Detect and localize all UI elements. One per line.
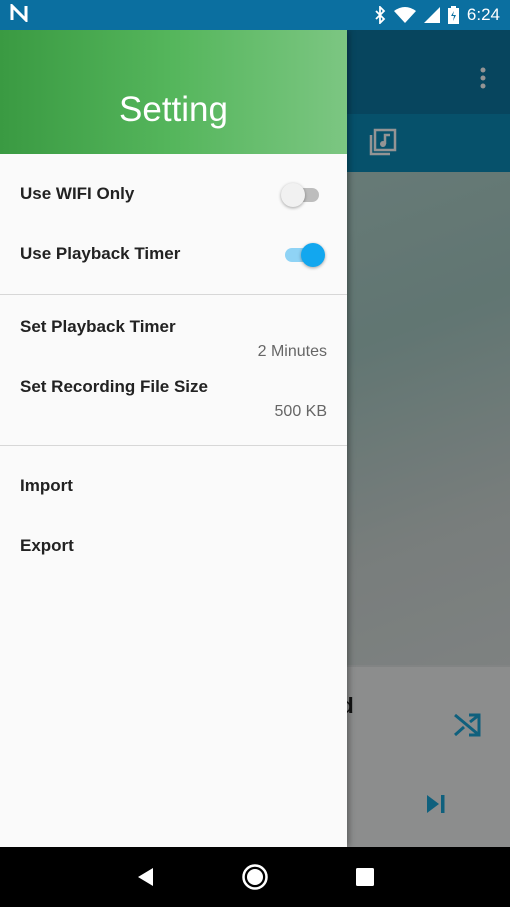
recents-icon[interactable] (345, 857, 385, 897)
wifi-only-switch[interactable] (281, 180, 323, 208)
system-nav-bar (0, 847, 510, 907)
screen: 6:24 ed Setting Use WIFI Only (0, 0, 510, 907)
settings-drawer: Setting Use WIFI Only Use Playback Timer… (0, 30, 347, 847)
setting-label: Use Playback Timer (20, 244, 181, 263)
setting-wifi-only[interactable]: Use WIFI Only (0, 164, 347, 224)
n-logo-icon (10, 1, 28, 27)
drawer-header: Setting (0, 30, 347, 154)
setting-set-playback-timer[interactable]: Set Playback Timer 2 Minutes (0, 305, 347, 365)
setting-value: 2 Minutes (257, 343, 327, 360)
menu-label: Export (20, 536, 74, 555)
drawer-title: Setting (119, 90, 228, 129)
setting-recording-file-size[interactable]: Set Recording File Size 500 KB (0, 365, 347, 425)
cell-signal-icon (423, 7, 440, 23)
setting-label: Set Playback Timer (20, 317, 176, 336)
playback-timer-switch[interactable] (283, 240, 325, 268)
wifi-icon (393, 7, 416, 23)
menu-import[interactable]: Import (0, 456, 347, 516)
bluetooth-icon (374, 6, 386, 24)
status-time: 6:24 (466, 5, 500, 24)
menu-export[interactable]: Export (0, 516, 347, 576)
setting-playback-timer[interactable]: Use Playback Timer (0, 224, 347, 284)
setting-value: 500 KB (274, 403, 327, 420)
menu-label: Import (20, 476, 73, 495)
battery-icon (447, 6, 459, 24)
back-icon[interactable] (125, 857, 165, 897)
setting-label: Use WIFI Only (20, 184, 135, 203)
status-bar: 6:24 (0, 0, 510, 30)
setting-label: Set Recording File Size (20, 377, 208, 396)
home-icon[interactable] (235, 857, 275, 897)
